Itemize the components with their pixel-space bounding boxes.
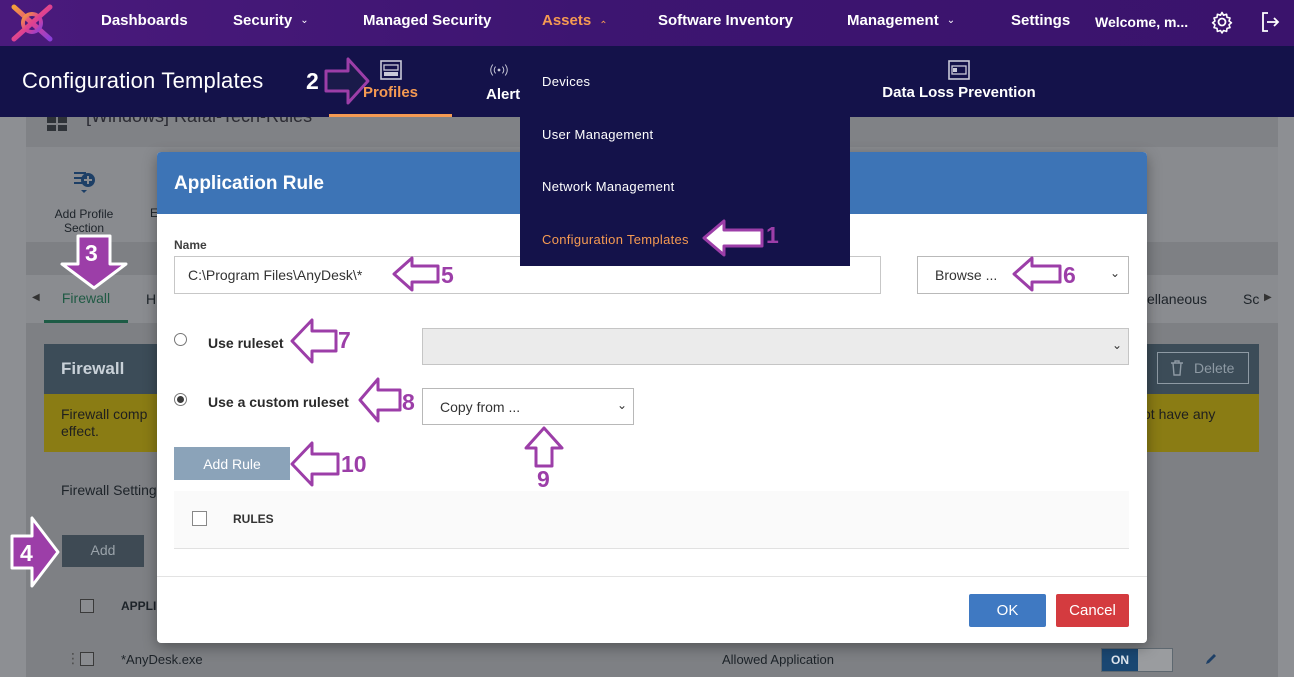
welcome-user[interactable]: Welcome, m... bbox=[1095, 14, 1188, 30]
app-logo-icon[interactable] bbox=[8, 4, 56, 42]
delete-label: Delete bbox=[1194, 360, 1235, 376]
annotation-arrow-2 bbox=[324, 57, 370, 105]
top-navigation-bar: Dashboards Security ⌄ Managed Security As… bbox=[0, 0, 1294, 46]
use-ruleset-radio[interactable] bbox=[174, 333, 187, 346]
dialog-title: Application Rule bbox=[174, 173, 324, 194]
nav-management[interactable]: Management ⌄ bbox=[847, 12, 955, 29]
windows-icon bbox=[47, 117, 67, 131]
nav-dashboards[interactable]: Dashboards bbox=[101, 12, 188, 29]
annotation-arrow-5 bbox=[392, 256, 440, 292]
tab-dlp-label: Data Loss Prevention bbox=[882, 84, 1036, 101]
ruleset-select[interactable]: ⌄ bbox=[422, 328, 1129, 365]
copy-from-value: Copy from ... bbox=[440, 399, 521, 415]
chevron-up-icon: ⌃ bbox=[599, 20, 608, 31]
column-application: APPLI bbox=[121, 599, 157, 613]
tab-sc[interactable]: Sc bbox=[1243, 291, 1259, 307]
menu-item-user-management[interactable]: User Management bbox=[542, 127, 653, 142]
scroll-right-icon[interactable]: ▶ bbox=[1264, 292, 1272, 303]
nav-assets[interactable]: Assets ⌃ bbox=[542, 12, 608, 31]
menu-item-configuration-templates[interactable]: Configuration Templates bbox=[542, 232, 689, 247]
scroll-left-icon[interactable]: ◀ bbox=[32, 292, 40, 303]
annotation-number-2: 2 bbox=[306, 68, 319, 94]
broadcast-icon bbox=[490, 64, 508, 76]
chevron-down-icon: ⌄ bbox=[1111, 338, 1122, 352]
use-custom-ruleset-label: Use a custom ruleset bbox=[208, 394, 349, 410]
add-application-button[interactable]: Add bbox=[62, 535, 144, 567]
nav-managed-security[interactable]: Managed Security bbox=[363, 12, 491, 29]
use-ruleset-label: Use ruleset bbox=[208, 335, 284, 351]
annotation-arrow-7 bbox=[290, 318, 338, 364]
chevron-down-icon: ⌄ bbox=[616, 398, 627, 412]
settings-gear-icon[interactable] bbox=[1210, 10, 1234, 34]
delete-button[interactable]: Delete bbox=[1157, 352, 1249, 384]
annotation-number-9: 9 bbox=[537, 466, 550, 492]
page-title: Configuration Templates bbox=[22, 68, 264, 93]
add-rule-button[interactable]: Add Rule bbox=[174, 447, 290, 480]
annotation-arrow-1 bbox=[702, 219, 764, 257]
trash-icon bbox=[1171, 360, 1183, 376]
annotation-number-1: 1 bbox=[766, 222, 779, 248]
cancel-button[interactable]: Cancel bbox=[1056, 594, 1129, 627]
nav-settings[interactable]: Settings bbox=[1011, 12, 1070, 29]
annotation-arrow-6 bbox=[1012, 256, 1062, 292]
nav-assets-label: Assets bbox=[542, 12, 592, 29]
annotation-number-10: 10 bbox=[341, 451, 367, 477]
chevron-down-icon: ⌄ bbox=[300, 15, 309, 26]
assets-dropdown-menu: Devices User Management Network Manageme… bbox=[520, 46, 850, 266]
chevron-down-icon: ⌄ bbox=[1109, 266, 1120, 280]
use-custom-ruleset-radio[interactable] bbox=[174, 393, 187, 406]
dialog-footer-divider bbox=[157, 576, 1147, 577]
nav-security[interactable]: Security ⌄ bbox=[233, 12, 309, 29]
nav-security-label: Security bbox=[233, 12, 293, 29]
annotation-number-3: 3 bbox=[85, 240, 98, 266]
tab-alert-label: Alert bbox=[486, 86, 521, 103]
nav-software-inventory[interactable]: Software Inventory bbox=[658, 12, 793, 29]
annotation-arrow-9 bbox=[524, 426, 564, 468]
browse-select-value: Browse ... bbox=[935, 267, 998, 283]
annotation-arrow-10 bbox=[290, 441, 340, 487]
add-profile-section-button[interactable]: Add Profile Section bbox=[52, 168, 116, 235]
tab-fragment-h[interactable]: H bbox=[146, 291, 156, 307]
rules-table-header: RULES bbox=[174, 491, 1129, 549]
menu-item-network-management[interactable]: Network Management bbox=[542, 179, 675, 194]
dlp-icon bbox=[948, 60, 970, 80]
select-all-checkbox[interactable] bbox=[80, 599, 94, 613]
annotation-number-8: 8 bbox=[402, 389, 415, 415]
nav-management-label: Management bbox=[847, 12, 939, 29]
annotation-number-7: 7 bbox=[338, 327, 351, 353]
annotation-number-6: 6 bbox=[1063, 262, 1076, 288]
row-app-status: Allowed Application bbox=[722, 652, 835, 667]
row-app-name: *AnyDesk.exe bbox=[121, 652, 203, 667]
tab-miscellaneous[interactable]: ellaneous bbox=[1147, 291, 1207, 307]
annotation-number-5: 5 bbox=[441, 262, 454, 288]
tab-profiles-label: Profiles bbox=[362, 84, 419, 101]
rules-column-header: RULES bbox=[233, 512, 274, 526]
warning-text-right: ot have any bbox=[1143, 406, 1216, 422]
toggle-on-label: ON bbox=[1102, 649, 1138, 671]
annotation-number-4: 4 bbox=[20, 540, 33, 566]
chevron-down-icon: ⌄ bbox=[946, 15, 956, 26]
edit-pencil-icon[interactable] bbox=[1204, 652, 1218, 666]
ok-button[interactable]: OK bbox=[969, 594, 1046, 627]
name-label: Name bbox=[174, 238, 207, 252]
tab-alert[interactable]: Alert bbox=[484, 46, 524, 117]
annotation-arrow-4 bbox=[10, 516, 60, 588]
row-checkbox[interactable] bbox=[80, 652, 94, 666]
profiles-icon bbox=[379, 60, 402, 80]
firewall-settings-label: Firewall Setting bbox=[61, 482, 157, 498]
logout-icon[interactable] bbox=[1258, 10, 1282, 34]
add-section-icon bbox=[74, 172, 95, 193]
annotation-arrow-8 bbox=[358, 377, 402, 423]
add-profile-section-label: Add Profile Section bbox=[54, 207, 114, 235]
copy-from-select[interactable]: Copy from ... ⌄ bbox=[422, 388, 634, 425]
row-enable-toggle[interactable]: ON bbox=[1101, 648, 1173, 672]
menu-item-devices[interactable]: Devices bbox=[542, 74, 590, 89]
tab-data-loss-prevention[interactable]: Data Loss Prevention bbox=[870, 46, 1048, 117]
rules-select-all-checkbox[interactable] bbox=[192, 511, 207, 526]
firewall-section-title: Firewall bbox=[61, 359, 125, 378]
drag-handle-icon[interactable]: ⋮ bbox=[66, 650, 80, 667]
